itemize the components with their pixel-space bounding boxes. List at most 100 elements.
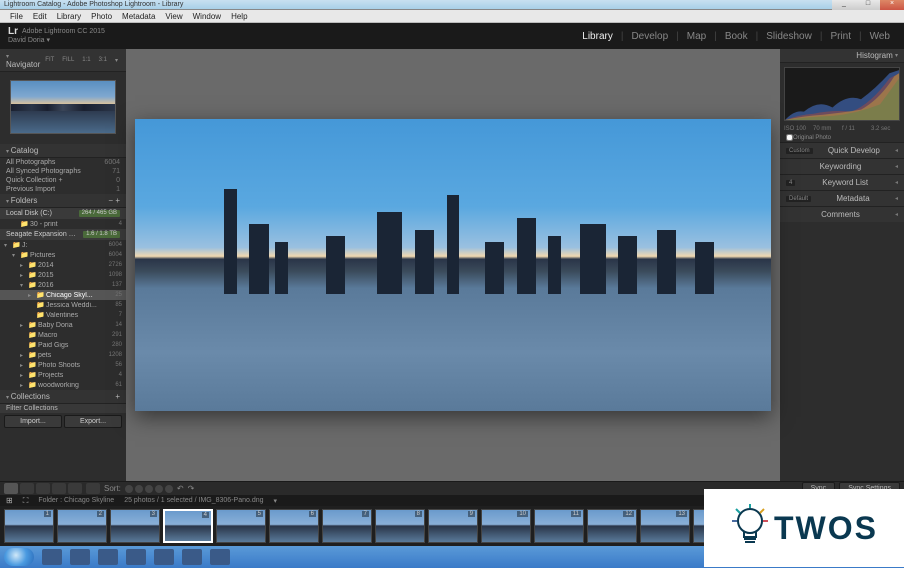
folder-row-2016[interactable]: ▾📁2016137 [0, 280, 126, 290]
taskbar-app-6[interactable] [182, 549, 202, 565]
folder-row-baby-doria[interactable]: ▸📁Baby Doria14 [0, 320, 126, 330]
folder-row-projects[interactable]: ▸📁Projects4 [0, 370, 126, 380]
loupe-view[interactable] [126, 49, 780, 481]
nav-fit[interactable]: FIT [43, 57, 56, 64]
menu-metadata[interactable]: Metadata [122, 12, 155, 21]
drive-seagate[interactable]: Seagate Expansion …1.6 / 1.8 TB [0, 229, 126, 240]
folder-row-macro[interactable]: 📁Macro291 [0, 330, 126, 340]
window-minimize-button[interactable]: _ [832, 0, 856, 10]
comments-header[interactable]: Comments◂ [780, 206, 904, 222]
keyword-list-header[interactable]: 4Keyword List◂ [780, 174, 904, 190]
taskbar-app-4[interactable] [126, 549, 146, 565]
rating-star-3[interactable] [145, 485, 153, 493]
menu-view[interactable]: View [165, 12, 182, 21]
folder-row-pictures[interactable]: ▾📁Pictures6004 [0, 250, 126, 260]
folder-row-paid-gigs[interactable]: 📁Paid Gigs280 [0, 340, 126, 350]
rating-star-1[interactable] [125, 485, 133, 493]
menu-library[interactable]: Library [57, 12, 81, 21]
menu-file[interactable]: File [10, 12, 23, 21]
filmstrip-thumb[interactable]: 8 [375, 509, 425, 543]
filmstrip-thumb[interactable]: 3 [110, 509, 160, 543]
folder-row-2014[interactable]: ▸📁20142726 [0, 260, 126, 270]
taskbar-app-5[interactable] [154, 549, 174, 565]
folder-row-j-[interactable]: ▾📁J:6004 [0, 240, 126, 250]
histogram-header[interactable]: Histogram ▾ [780, 49, 904, 63]
rotate-cw-icon[interactable]: ↷ [188, 484, 195, 493]
module-print[interactable]: Print [824, 31, 857, 42]
histogram[interactable] [784, 67, 900, 121]
folder-row-2015[interactable]: ▸📁20151098 [0, 270, 126, 280]
filmstrip-thumb[interactable]: 5 [216, 509, 266, 543]
nav-3-1[interactable]: 3:1 [97, 57, 109, 64]
metadata-header[interactable]: DefaultMetadata◂ [780, 190, 904, 206]
catalog-all-photographs[interactable]: All Photographs6004 [0, 158, 126, 167]
secondary-monitor-icon[interactable]: ⛶ [23, 496, 29, 506]
loupe-view-button[interactable] [20, 483, 34, 494]
quick-develop-header[interactable]: CustomQuick Develop◂ [780, 142, 904, 158]
nav-zoom-arrow-icon[interactable]: ▾ [113, 57, 120, 64]
folders-header[interactable]: ▾ Folders − + [0, 194, 126, 208]
folder-30-print[interactable]: 📁30 - print4 [0, 219, 126, 229]
catalog-previous-import[interactable]: Previous Import1 [0, 185, 126, 194]
folders-minus-icon[interactable]: − [108, 196, 113, 205]
start-button[interactable] [4, 548, 34, 566]
folder-row-pets[interactable]: ▸📁pets1208 [0, 350, 126, 360]
nav-1-1[interactable]: 1:1 [80, 57, 92, 64]
folders-plus-icon[interactable]: + [115, 196, 120, 205]
rating-star-5[interactable] [165, 485, 173, 493]
filmstrip-thumb[interactable]: 4 [163, 509, 213, 543]
people-view-button[interactable] [68, 483, 82, 494]
taskbar-app-1[interactable] [42, 549, 62, 565]
grid-view-button[interactable] [4, 483, 18, 494]
user-name[interactable]: David Doria [8, 37, 45, 44]
filmstrip-thumb[interactable]: 10 [481, 509, 531, 543]
folder-row-chicago-skyl-[interactable]: ▸📁Chicago Skyl...25 [0, 290, 126, 300]
nav-fill[interactable]: FILL [60, 57, 76, 64]
module-library[interactable]: Library [576, 31, 619, 42]
collections-header[interactable]: ▾ Collections + [0, 390, 126, 404]
module-slideshow[interactable]: Slideshow [760, 31, 818, 42]
menu-help[interactable]: Help [231, 12, 247, 21]
module-book[interactable]: Book [719, 31, 754, 42]
collections-plus-icon[interactable]: + [115, 392, 120, 401]
drive-local-disk[interactable]: Local Disk (C:)264 / 465 GB [0, 208, 126, 219]
filmstrip-thumb[interactable]: 6 [269, 509, 319, 543]
rotate-ccw-icon[interactable]: ↶ [177, 484, 184, 493]
import-button[interactable]: Import... [4, 415, 62, 428]
window-close-button[interactable]: × [880, 0, 904, 10]
taskbar-app-7[interactable] [210, 549, 230, 565]
menu-window[interactable]: Window [193, 12, 221, 21]
catalog-header[interactable]: ▾ Catalog [0, 144, 126, 158]
folder-row-jessica-weddi-[interactable]: 📁Jessica Weddi...85 [0, 300, 126, 310]
original-photo-checkbox[interactable]: Original Photo [780, 133, 904, 142]
filmstrip-thumb[interactable]: 9 [428, 509, 478, 543]
status-dropdown-icon[interactable]: ▾ [274, 497, 278, 505]
filmstrip-thumb[interactable]: 12 [587, 509, 637, 543]
filmstrip-thumb[interactable]: 1 [4, 509, 54, 543]
folder-row-valentines[interactable]: 📁Valentines7 [0, 310, 126, 320]
user-dropdown-icon[interactable]: ▾ [47, 37, 51, 44]
catalog-all-synced[interactable]: All Synced Photographs71 [0, 167, 126, 176]
filter-collections-input[interactable]: Filter Collections [0, 404, 126, 413]
taskbar-app-3[interactable] [98, 549, 118, 565]
rating-star-2[interactable] [135, 485, 143, 493]
folder-row-woodworking[interactable]: ▸📁woodworking61 [0, 380, 126, 390]
catalog-quick-collection[interactable]: Quick Collection +0 [0, 176, 126, 185]
filmstrip-thumb[interactable]: 7 [322, 509, 372, 543]
filmstrip-thumb[interactable]: 11 [534, 509, 584, 543]
menu-photo[interactable]: Photo [91, 12, 112, 21]
filmstrip-thumb[interactable]: 13 [640, 509, 690, 543]
folder-row-photo-shoots[interactable]: ▸📁Photo Shoots56 [0, 360, 126, 370]
rating-star-4[interactable] [155, 485, 163, 493]
filmstrip-thumb[interactable]: 2 [57, 509, 107, 543]
module-develop[interactable]: Develop [625, 31, 674, 42]
window-maximize-button[interactable]: □ [856, 0, 880, 10]
compare-view-button[interactable] [36, 483, 50, 494]
export-button[interactable]: Export... [64, 415, 122, 428]
taskbar-app-2[interactable] [70, 549, 90, 565]
keywording-header[interactable]: Keywording◂ [780, 158, 904, 174]
grid-icon[interactable]: ⊞ [6, 496, 13, 505]
survey-view-button[interactable] [52, 483, 66, 494]
module-web[interactable]: Web [864, 31, 896, 42]
navigator-preview[interactable] [10, 80, 116, 134]
